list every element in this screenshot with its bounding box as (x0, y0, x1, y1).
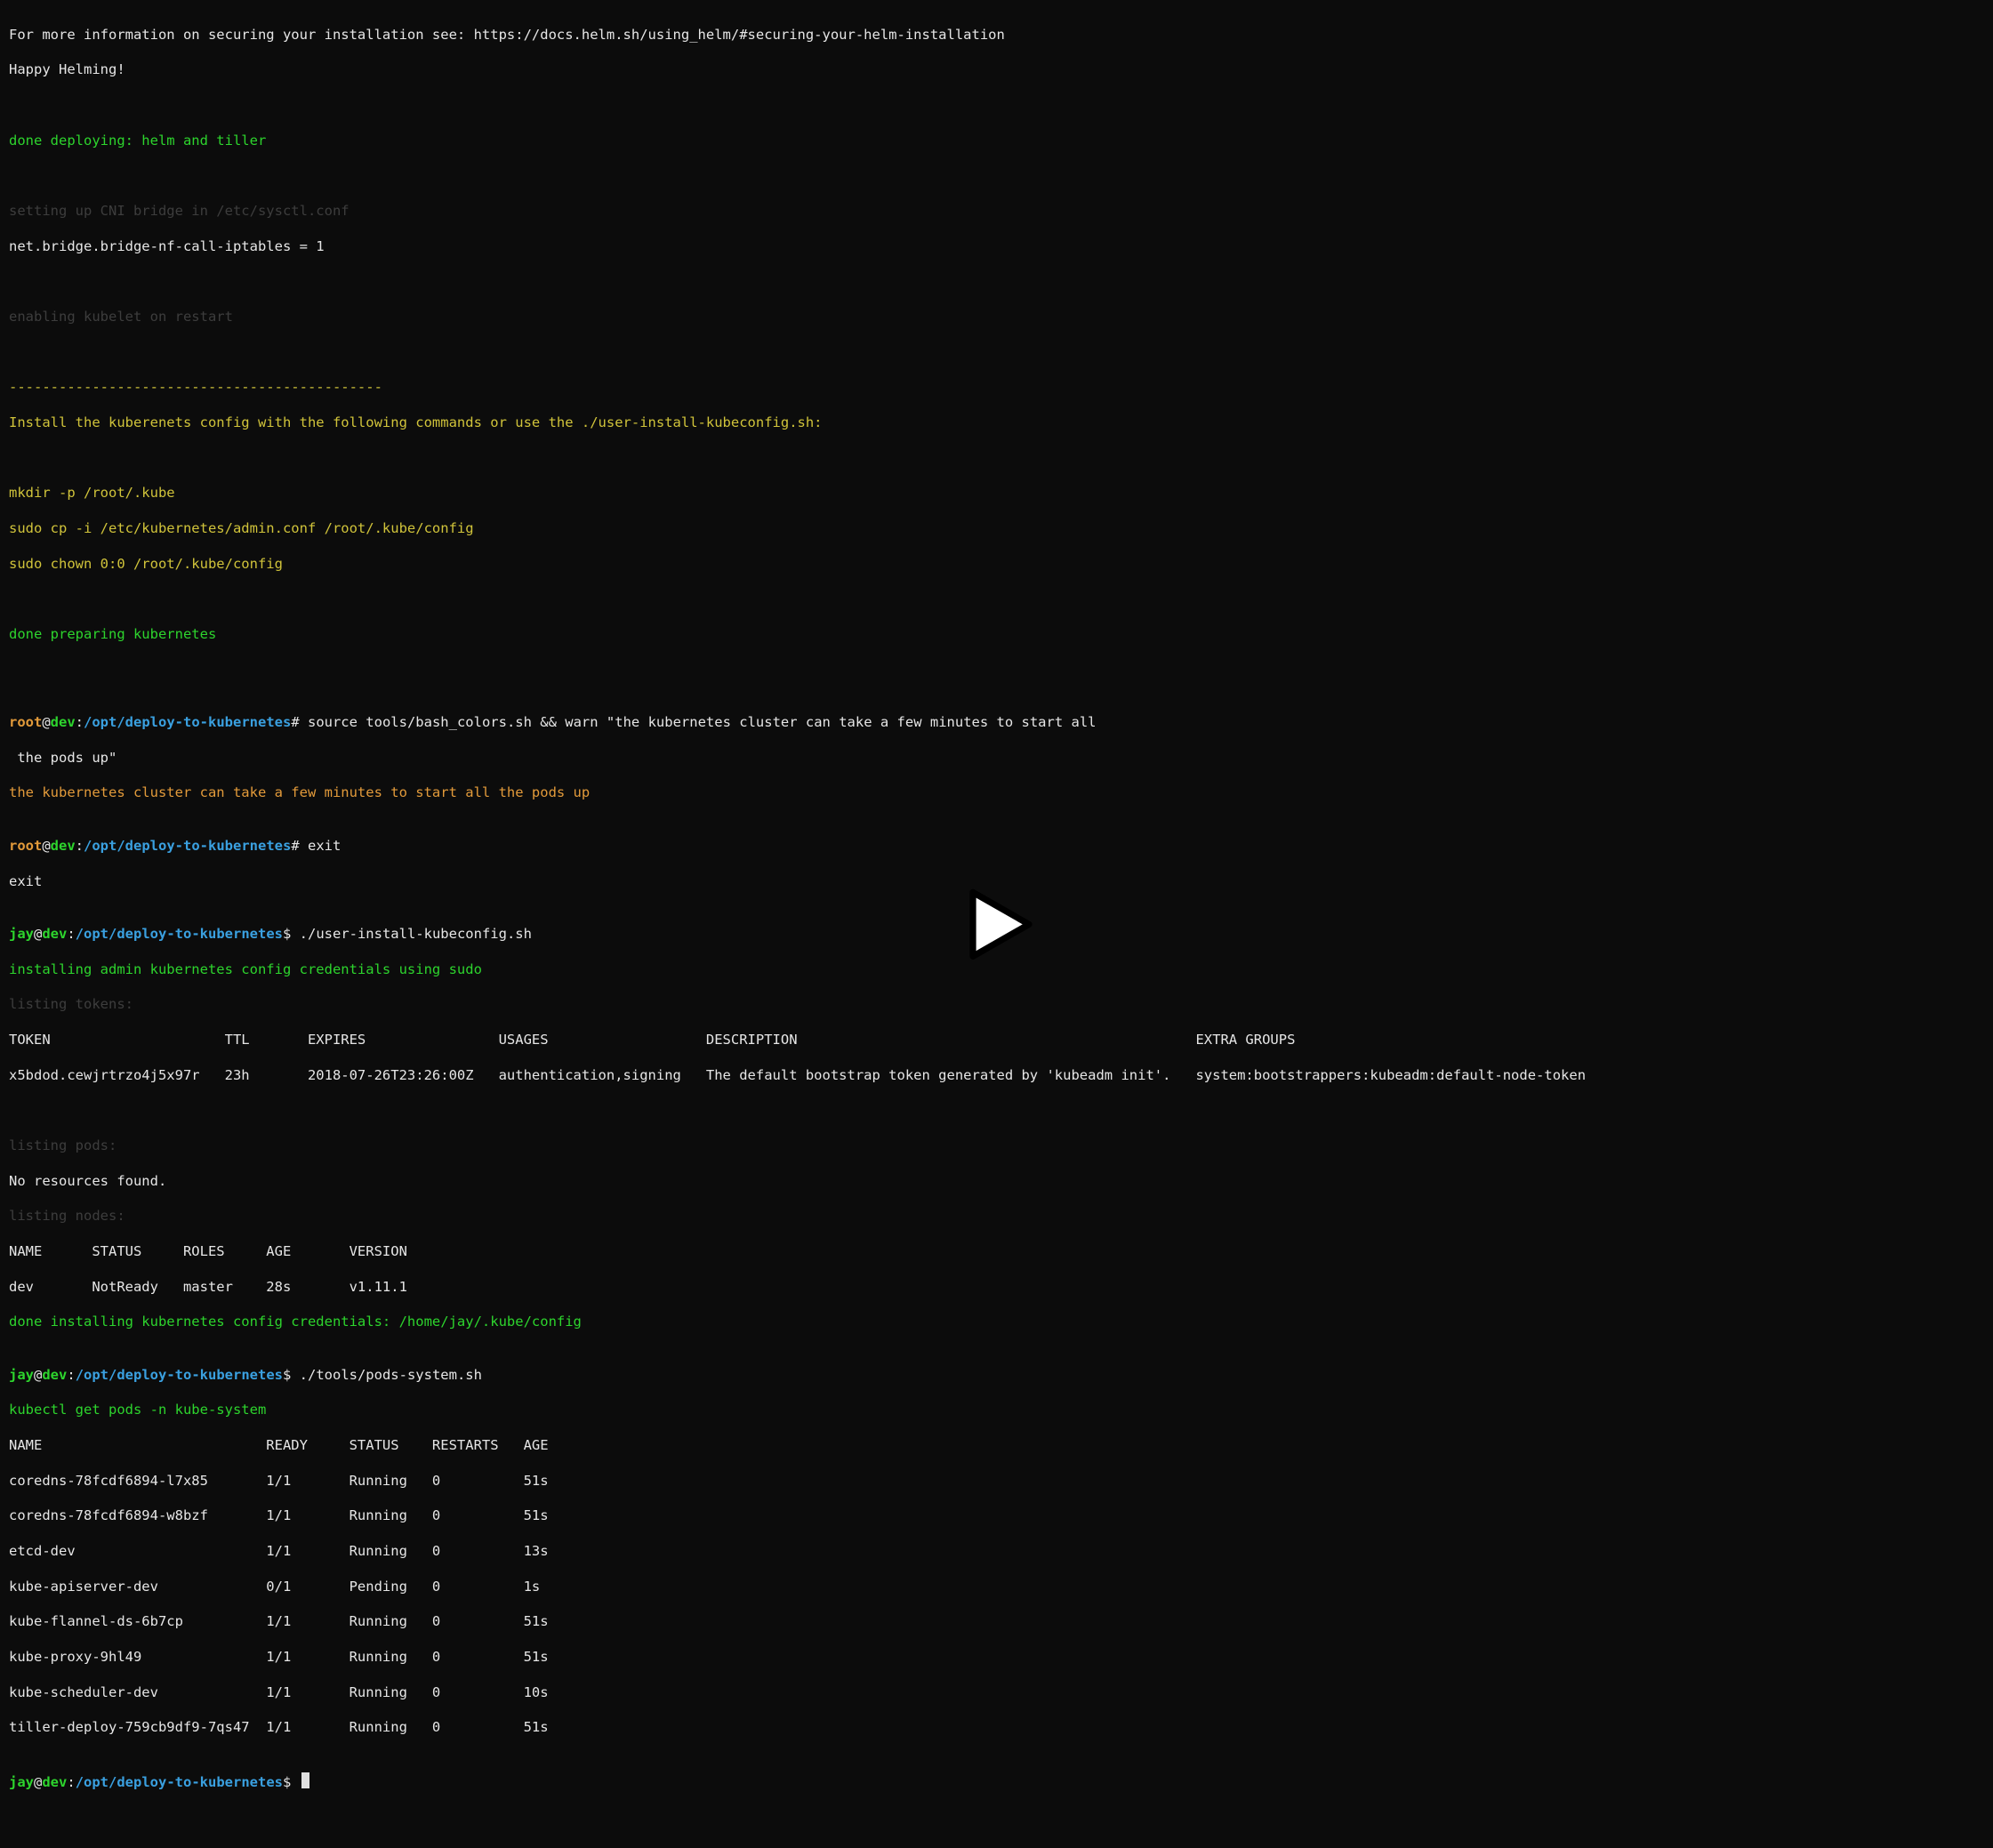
helm-info-line: For more information on securing your in… (9, 27, 1984, 44)
prompt-suffix: $ (283, 1774, 300, 1790)
blank-line (9, 273, 1984, 291)
nodes-header: NAME STATUS ROLES AGE VERSION (9, 1243, 1984, 1261)
prompt-host: dev (51, 838, 76, 854)
blank-line (9, 662, 1984, 679)
table-row: tiller-deploy-759cb9df9-7qs47 1/1 Runnin… (9, 1719, 1984, 1737)
prompt-at: @ (42, 838, 50, 854)
warn-command: source tools/bash_colors.sh && warn "the… (308, 714, 1097, 730)
done-prep-line: done preparing kubernetes (9, 626, 1984, 644)
cmd3-line: sudo chown 0:0 /root/.kube/config (9, 556, 1984, 574)
prompt-host: dev (42, 926, 67, 942)
prompt-path: /opt/deploy-to-kubernetes (76, 1367, 283, 1383)
prompt-colon: : (67, 1774, 75, 1790)
prompt-host: dev (42, 1367, 67, 1383)
table-row: etcd-dev 1/1 Running 0 13s (9, 1543, 1984, 1561)
cni-val-line: net.bridge.bridge-nf-call-iptables = 1 (9, 238, 1984, 256)
enable-kubelet-line: enabling kubelet on restart (9, 309, 1984, 326)
kubectl-get-line: kubectl get pods -n kube-system (9, 1402, 1984, 1419)
prompt-path: /opt/deploy-to-kubernetes (84, 838, 291, 854)
prompt-user: jay (9, 1367, 34, 1383)
prompt-user: root (9, 714, 42, 730)
token-row: x5bdod.cewjrtrzo4j5x97r 23h 2018-07-26T2… (9, 1067, 1984, 1085)
table-row: kube-proxy-9hl49 1/1 Running 0 51s (9, 1649, 1984, 1667)
prompt-path: /opt/deploy-to-kubernetes (76, 1774, 283, 1790)
blank-line (9, 167, 1984, 185)
prompt-root-warn: root@dev:/opt/deploy-to-kubernetes# sour… (9, 714, 1984, 732)
prompt-colon: : (76, 714, 84, 730)
prompt-user-pods: jay@dev:/opt/deploy-to-kubernetes$ ./too… (9, 1367, 1984, 1385)
table-row: kube-apiserver-dev 0/1 Pending 0 1s (9, 1579, 1984, 1596)
blank-line (9, 97, 1984, 115)
user-install-command: ./user-install-kubeconfig.sh (300, 926, 532, 942)
warn-output: the kubernetes cluster can take a few mi… (9, 784, 1984, 802)
done-helm-line: done deploying: helm and tiller (9, 133, 1984, 150)
blank-line (9, 591, 1984, 608)
token-header: TOKEN TTL EXPIRES USAGES DESCRIPTION EXT… (9, 1032, 1984, 1049)
pods-system-command: ./tools/pods-system.sh (300, 1367, 482, 1383)
prompt-at: @ (42, 714, 50, 730)
play-button[interactable] (957, 848, 1037, 999)
terminal-output: For more information on securing your in… (0, 0, 1993, 1848)
table-row: kube-flannel-ds-6b7cp 1/1 Running 0 51s (9, 1613, 1984, 1631)
blank-line (9, 344, 1984, 362)
pods-header: NAME READY STATUS RESTARTS AGE (9, 1437, 1984, 1455)
prompt-host: dev (51, 714, 76, 730)
prompt-at: @ (34, 1367, 42, 1383)
prompt-at: @ (34, 1774, 42, 1790)
install-intro-line: Install the kuberenets config with the f… (9, 414, 1984, 432)
listing-nodes-line: listing nodes: (9, 1208, 1984, 1225)
no-resources-line: No resources found. (9, 1173, 1984, 1191)
prompt-colon: : (76, 838, 84, 854)
cmd2-line: sudo cp -i /etc/kubernetes/admin.conf /r… (9, 520, 1984, 538)
done-install-line: done installing kubernetes config creden… (9, 1314, 1984, 1331)
prompt-user: jay (9, 926, 34, 942)
prompt-colon: : (67, 1367, 75, 1383)
prompt-user-final[interactable]: jay@dev:/opt/deploy-to-kubernetes$ (9, 1772, 1984, 1792)
table-row: coredns-78fcdf6894-w8bzf 1/1 Running 0 5… (9, 1507, 1984, 1525)
happy-line: Happy Helming! (9, 61, 1984, 79)
prompt-host: dev (42, 1774, 67, 1790)
prompt-path: /opt/deploy-to-kubernetes (84, 714, 291, 730)
cmd1-line: mkdir -p /root/.kube (9, 485, 1984, 502)
prompt-suffix: $ (283, 926, 300, 942)
prompt-suffix: # (291, 714, 308, 730)
prompt-suffix: $ (283, 1367, 300, 1383)
prompt-user: root (9, 838, 42, 854)
dashes-line: ----------------------------------------… (9, 379, 1984, 397)
prompt-at: @ (34, 926, 42, 942)
exit-command: exit (308, 838, 341, 854)
prompt-user: jay (9, 1774, 34, 1790)
prompt-colon: : (67, 926, 75, 942)
blank-line (9, 450, 1984, 468)
prompt-path: /opt/deploy-to-kubernetes (76, 926, 283, 942)
blank-line (9, 1102, 1984, 1120)
listing-pods-line: listing pods: (9, 1137, 1984, 1155)
nodes-row: dev NotReady master 28s v1.11.1 (9, 1279, 1984, 1297)
cursor-icon (301, 1772, 309, 1788)
play-icon (957, 884, 1037, 964)
warn-command-cont: the pods up" (9, 750, 1984, 767)
prompt-suffix: # (291, 838, 308, 854)
cni-setting-line: setting up CNI bridge in /etc/sysctl.con… (9, 203, 1984, 221)
table-row: coredns-78fcdf6894-l7x85 1/1 Running 0 5… (9, 1473, 1984, 1490)
